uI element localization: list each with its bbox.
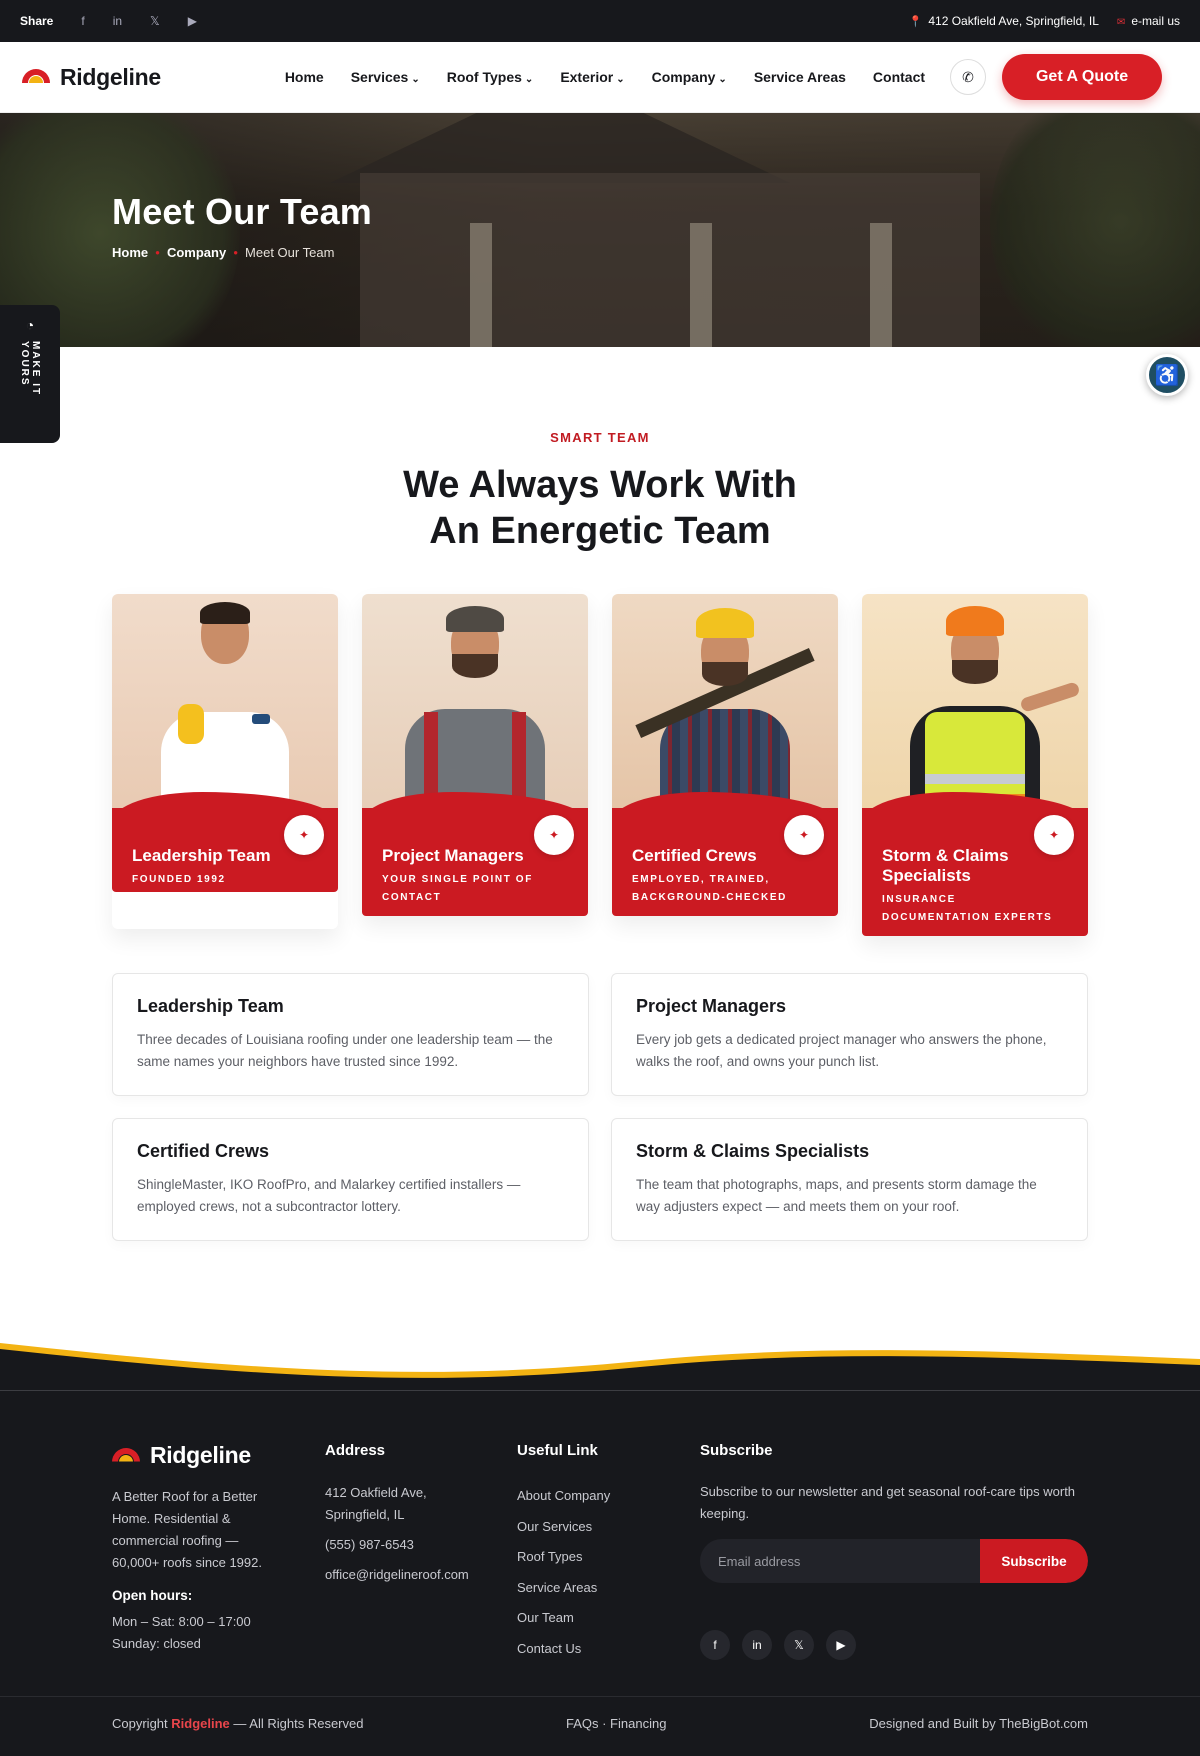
chevron-down-icon: ⌄ (411, 74, 420, 85)
x-icon[interactable]: 𝕏 (150, 14, 160, 28)
team-card-certified-crews[interactable]: Certified Crews EMPLOYED, TRAINED, BACKG… (612, 594, 838, 916)
mail-icon: ✉ (1116, 17, 1126, 28)
nav-item-roof-types[interactable]: Roof Types ⌄ (447, 69, 534, 85)
nav-item-exterior[interactable]: Exterior ⌄ (560, 69, 624, 85)
footer-link-contact[interactable]: Contact Us (517, 1634, 610, 1665)
chevron-down-icon: ⌄ (524, 74, 534, 85)
facebook-icon[interactable]: f (700, 1630, 730, 1660)
team-photo (612, 594, 838, 824)
footer-social: f in 𝕏 ▶ (700, 1630, 856, 1660)
subscribe-text: Subscribe to our newsletter and get seas… (700, 1484, 1076, 1521)
linkedin-icon[interactable]: in (742, 1630, 772, 1660)
footer-link-roof-types[interactable]: Roof Types (517, 1542, 610, 1573)
make-it-yours-tab[interactable]: ◔ MAKE IT YOURS (0, 305, 60, 443)
footer-email[interactable]: office@ridgelineroof.com (325, 1564, 495, 1586)
accessibility-icon[interactable]: ♿ (1146, 354, 1188, 396)
subscribe-form: Subscribe (700, 1539, 1088, 1583)
info-box-leadership: Leadership Team Three decades of Louisia… (112, 973, 589, 1096)
breadcrumb: Home ● Company ● Meet Our Team (112, 245, 334, 260)
get-quote-button[interactable]: Get A Quote (1002, 54, 1163, 100)
x-icon[interactable]: 𝕏 (784, 1630, 814, 1660)
location-pin-icon: 📍 (908, 16, 923, 28)
youtube-icon[interactable]: ▶ (188, 14, 197, 28)
share-label: Share (20, 14, 54, 28)
breadcrumb-company[interactable]: Company (167, 245, 226, 260)
breadcrumb-current: Meet Our Team (245, 245, 335, 260)
breadcrumb-home[interactable]: Home (112, 245, 148, 260)
section-eyebrow: SMART TEAM (550, 430, 650, 445)
useful-links: About Company Our Services Roof Types Se… (517, 1481, 610, 1664)
youtube-icon[interactable]: ▶ (826, 1630, 856, 1660)
info-box-storm-claims: Storm & Claims Specialists The team that… (611, 1118, 1088, 1241)
team-photo (362, 594, 588, 824)
share-icon[interactable]: ✦ (534, 815, 574, 855)
footer-tagline: A Better Roof for a Better Home. Residen… (112, 1489, 262, 1570)
share-icon[interactable]: ✦ (284, 815, 324, 855)
roof-logo-icon (22, 67, 50, 87)
footer-link-about[interactable]: About Company (517, 1481, 610, 1512)
info-box-project-managers: Project Managers Every job gets a dedica… (611, 973, 1088, 1096)
section-title: We Always Work With An Energetic Team (403, 464, 797, 552)
site-logo[interactable]: Ridgeline (22, 64, 161, 91)
site-footer: Ridgeline A Better Roof for a Better Hom… (0, 1390, 1200, 1756)
team-card-leadership[interactable]: Leadership Team FOUNDED 1992 ✦ (112, 594, 338, 929)
links-heading: Useful Link (517, 1442, 598, 1459)
footer-phone[interactable]: (555) 987-6543 (325, 1534, 495, 1556)
footer-credit[interactable]: Designed and Built by TheBigBot.com (869, 1716, 1088, 1731)
nav-item-services[interactable]: Services ⌄ (351, 69, 420, 85)
footer-link-team[interactable]: Our Team (517, 1603, 610, 1634)
nav-menu: Home Services ⌄ Roof Types ⌄ Exterior ⌄ Com… (285, 69, 952, 85)
chevron-down-icon: ⌄ (718, 74, 727, 85)
hours-heading: Open hours: (112, 1588, 193, 1603)
page-hero: Meet Our Team Home ● Company ● Meet Our … (0, 113, 1200, 347)
nav-item-home[interactable]: Home (285, 69, 324, 85)
share-icon[interactable]: ✦ (1034, 815, 1074, 855)
breadcrumb-separator-icon: ● (155, 248, 160, 257)
nav-item-contact[interactable]: Contact (873, 69, 925, 85)
subscribe-button[interactable]: Subscribe (980, 1539, 1088, 1583)
footer-logo[interactable]: Ridgeline (112, 1442, 251, 1469)
top-bar: Share f in 𝕏 ▶ 📍 412 Oakfield Ave, Spring… (0, 0, 1200, 42)
phone-icon[interactable]: ✆ (950, 59, 987, 95)
roof-logo-icon (112, 1446, 140, 1466)
topbar-email[interactable]: ✉ e-mail us (1117, 14, 1180, 28)
address-heading: Address (325, 1442, 386, 1459)
info-box-certified-crews: Certified Crews ShingleMaster, IKO RoofP… (112, 1118, 589, 1241)
topbar-address[interactable]: 📍 412 Oakfield Ave, Springfield, IL (909, 14, 1099, 28)
share-icon[interactable]: ✦ (784, 815, 824, 855)
nav-item-service-areas[interactable]: Service Areas (754, 69, 846, 85)
facebook-icon[interactable]: f (81, 14, 84, 28)
team-photo (112, 594, 338, 824)
copyright: Copyright Ridgeline — All Rights Reserve… (112, 1716, 364, 1731)
main-navigation: Ridgeline Home Services ⌄ Roof Types ⌄ Ext… (0, 42, 1200, 113)
palette-icon: ◔ (25, 317, 35, 333)
team-card-storm-claims[interactable]: Storm & Claims Specialists INSURANCE DOC… (862, 594, 1088, 936)
team-photo (862, 594, 1088, 824)
footer-address: 412 Oakfield Ave, Springfield, IL (555) … (325, 1482, 495, 1594)
linkedin-icon[interactable]: in (113, 14, 122, 28)
footer-link-services[interactable]: Our Services (517, 1512, 610, 1543)
team-card-project-managers[interactable]: Project Managers YOUR SINGLE POINT OF CO… (362, 594, 588, 916)
hours-list: Mon – Sat: 8:00 – 17:00 Sunday: closed (112, 1614, 251, 1651)
breadcrumb-separator-icon: ● (233, 248, 239, 257)
page-title: Meet Our Team (112, 191, 372, 232)
logo-text: Ridgeline (60, 63, 161, 90)
chevron-down-icon: ⌄ (616, 74, 625, 85)
footer-link-service-areas[interactable]: Service Areas (517, 1573, 610, 1604)
nav-item-company[interactable]: Company ⌄ (652, 69, 727, 85)
footer-wave (0, 1343, 1200, 1393)
subscribe-heading: Subscribe (700, 1442, 773, 1459)
footer-faq-links[interactable]: FAQs · Financing (566, 1716, 666, 1731)
email-input[interactable] (700, 1539, 980, 1583)
